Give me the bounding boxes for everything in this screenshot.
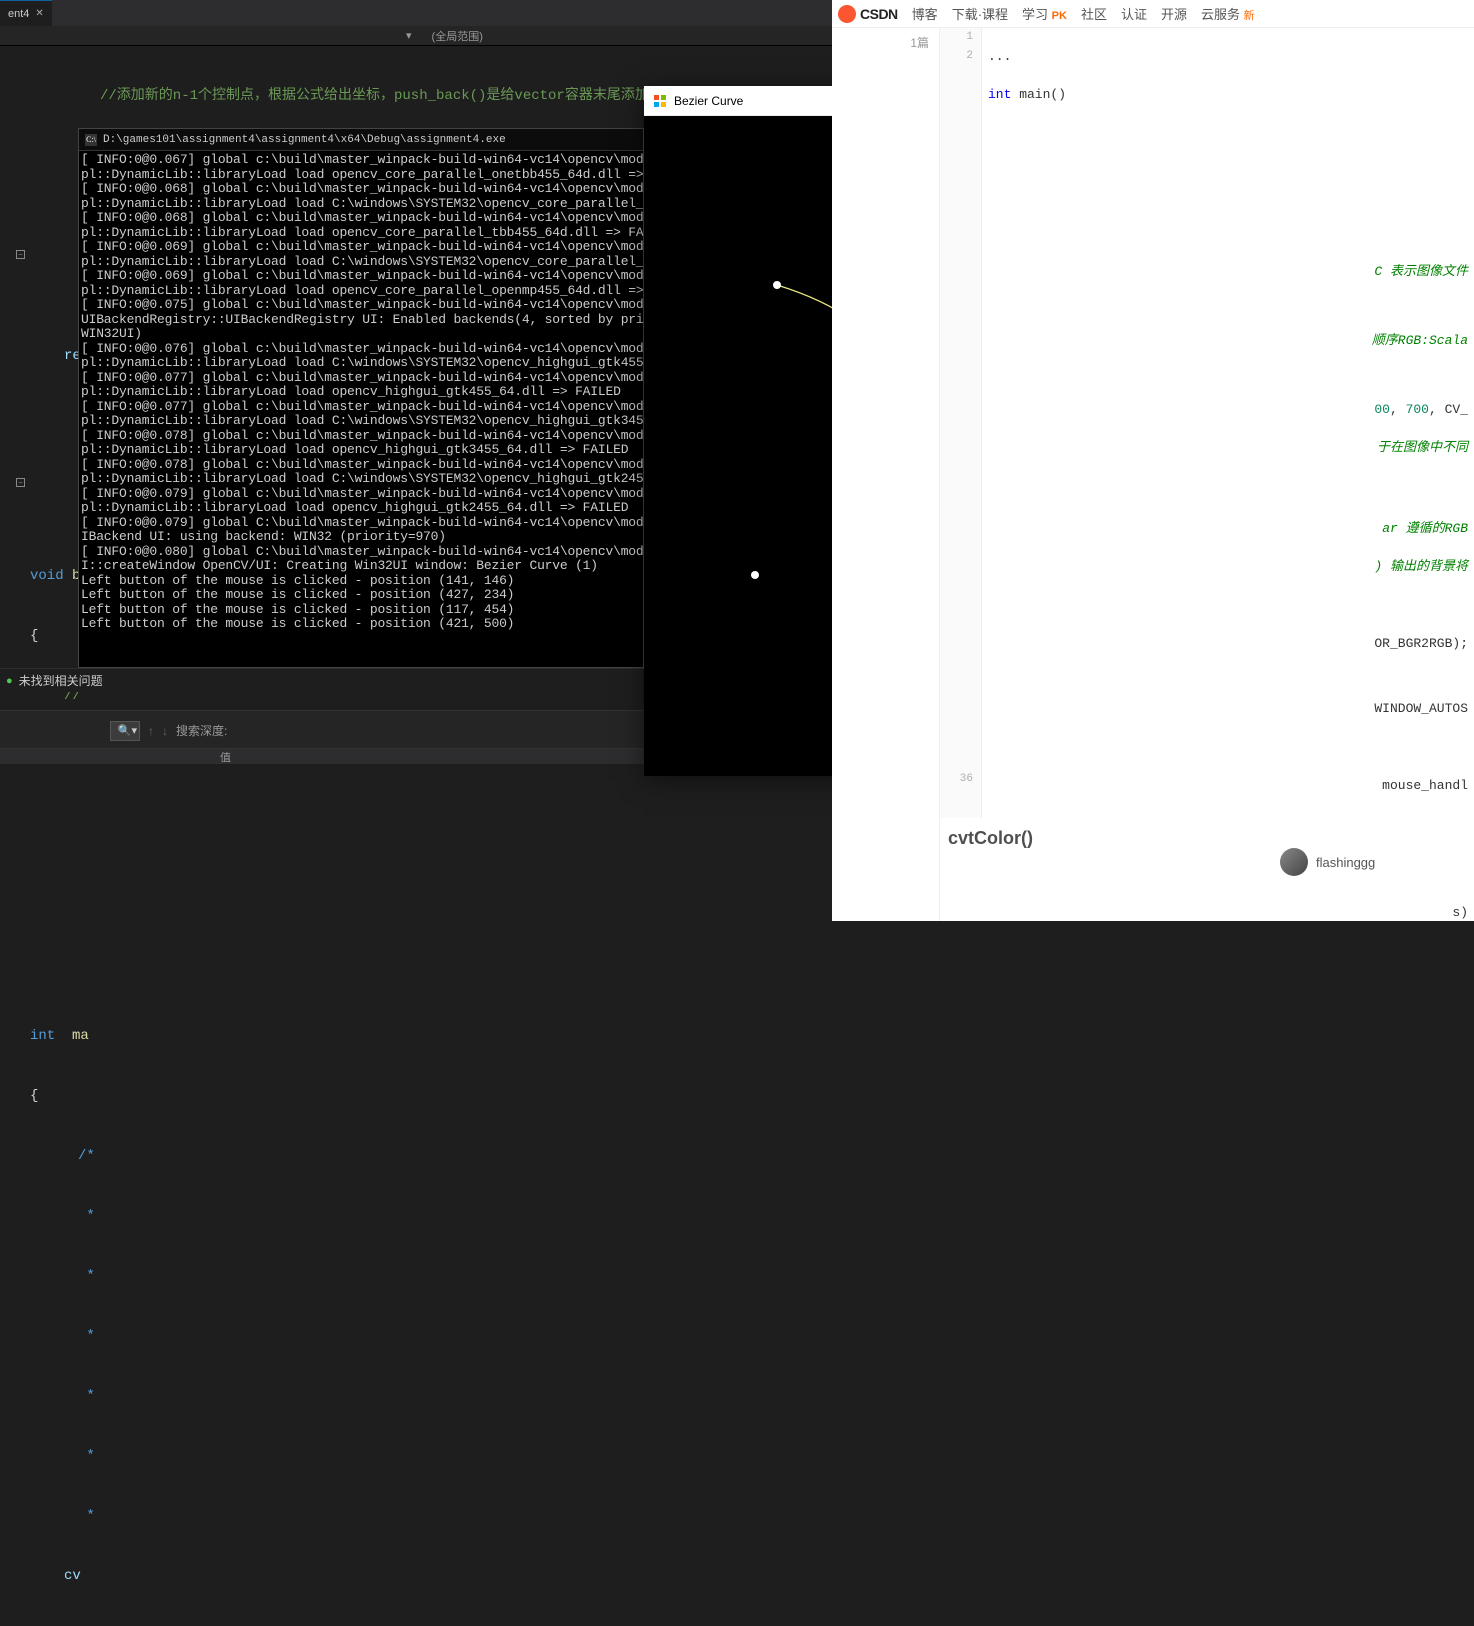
- code-fragment: ) 输出的背景将: [988, 557, 1468, 576]
- editor-tab-active[interactable]: ent4 ✕: [0, 0, 52, 26]
- tab-close-icon[interactable]: ✕: [35, 8, 43, 19]
- doc-star: *: [78, 1208, 95, 1224]
- new-badge: 新: [1244, 10, 1255, 22]
- tab-label: ent4: [8, 8, 29, 20]
- cmd-icon: C:\: [85, 134, 97, 146]
- console-titlebar[interactable]: C:\ D:\games101\assignment4\assignment4\…: [79, 129, 643, 151]
- check-icon: ●: [6, 675, 13, 687]
- csdn-article[interactable]: 1 2 36 ... int main() C 表示图像文件 顺序RGB:Sca…: [940, 28, 1474, 921]
- article-heading: cvtColor(): [948, 828, 1033, 849]
- status-text: 未找到相关问题: [19, 672, 103, 689]
- code-line: ...: [988, 47, 1468, 66]
- editor-gutter: − −: [0, 46, 24, 666]
- code-token: cv: [64, 1568, 81, 1584]
- csdn-code-block[interactable]: ... int main() C 表示图像文件 顺序RGB:Scala 00, …: [988, 28, 1468, 921]
- watch-panel[interactable]: [0, 764, 832, 921]
- code-fragment: WINDOW_AUTOS: [988, 699, 1468, 718]
- line-number: 36: [940, 770, 981, 789]
- nav-community[interactable]: 社区: [1081, 4, 1107, 23]
- app-icon: [652, 93, 668, 109]
- code-fragment: 于在图像中不同: [988, 438, 1468, 457]
- author-avatar[interactable]: [1280, 848, 1308, 876]
- scope-text: (全局范围): [432, 28, 483, 44]
- csdn-logo-icon: [838, 5, 856, 23]
- control-point[interactable]: [773, 281, 781, 289]
- search-prev-icon[interactable]: ↑: [148, 724, 154, 738]
- code-fragment: OR_BGR2RGB);: [988, 634, 1468, 653]
- csdn-logo[interactable]: CSDN: [838, 5, 898, 23]
- csdn-body: 1篇 1 2 36 ... int main() C 表示图像文件 顺序RGB:…: [832, 28, 1474, 921]
- doc-star: *: [78, 1388, 95, 1404]
- nav-blog[interactable]: 博客: [912, 4, 938, 23]
- code-fragment: 00, 700, CV_: [988, 400, 1468, 419]
- doc-star: *: [78, 1328, 95, 1344]
- doc-star: *: [78, 1448, 95, 1464]
- author-name: flashinggg: [1316, 855, 1375, 870]
- editor-tabbar: ent4 ✕: [0, 0, 832, 26]
- code-line-gutter: 1 2 36: [940, 28, 982, 818]
- pk-badge: PK: [1052, 10, 1067, 22]
- code-fragment: s): [988, 903, 1468, 921]
- doc-star: *: [78, 1508, 95, 1524]
- code-comment: //添加新的n-1个控制点，根据公式给出坐标，push_back()是给vect…: [100, 88, 691, 104]
- author-box[interactable]: flashinggg: [1280, 848, 1375, 876]
- chevron-down-icon: ▾: [406, 29, 412, 42]
- nav-download[interactable]: 下载·课程: [952, 4, 1008, 23]
- csdn-logo-text: CSDN: [860, 6, 898, 22]
- nav-opensource[interactable]: 开源: [1161, 4, 1187, 23]
- line-number: 1: [940, 28, 981, 47]
- scope-dropdown[interactable]: ▾ (全局范围): [0, 26, 832, 46]
- nav-cloud[interactable]: 云服务 新: [1201, 4, 1255, 23]
- value-column-header: 值: [220, 752, 231, 764]
- nav-cert[interactable]: 认证: [1121, 4, 1147, 23]
- code-fragment: mouse_handl: [988, 776, 1468, 795]
- console-output[interactable]: [ INFO:0@0.067] global c:\build\master_w…: [79, 151, 643, 634]
- nav-cloud-label: 云服务: [1201, 7, 1240, 22]
- control-point[interactable]: [751, 571, 759, 579]
- article-count: 1篇: [832, 34, 929, 51]
- csdn-header: CSDN 博客 下载·课程 学习 PK 社区 认证 开源 云服务 新: [832, 0, 1474, 28]
- brace: {: [30, 1088, 38, 1104]
- line-number: 2: [940, 47, 981, 66]
- code-line: int main(): [988, 85, 1468, 104]
- search-input[interactable]: 🔍▾: [110, 721, 140, 741]
- brace: {: [30, 628, 38, 644]
- code-fragment: C 表示图像文件: [988, 262, 1468, 281]
- nav-learn-label: 学习: [1022, 7, 1048, 22]
- search-depth-label: 搜索深度:: [176, 722, 227, 739]
- code-fragment: ar 遵循的RGB: [988, 519, 1468, 538]
- csdn-page: CSDN 博客 下载·课程 学习 PK 社区 认证 开源 云服务 新 1篇 1 …: [832, 0, 1474, 921]
- debug-console-window[interactable]: C:\ D:\games101\assignment4\assignment4\…: [78, 128, 644, 668]
- csdn-sidebar: 1篇: [832, 28, 940, 921]
- code-fragment: 顺序RGB:Scala: [988, 331, 1468, 350]
- search-next-icon[interactable]: ↓: [162, 724, 168, 738]
- doc-star: *: [78, 1268, 95, 1284]
- console-title-text: D:\games101\assignment4\assignment4\x64\…: [103, 134, 506, 146]
- doc-star: /*: [78, 1148, 95, 1164]
- nav-learn[interactable]: 学习 PK: [1022, 4, 1067, 23]
